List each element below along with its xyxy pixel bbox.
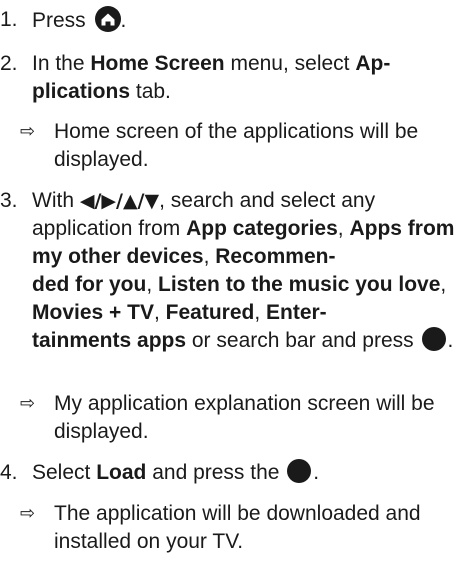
text-run: . (313, 461, 320, 484)
step-number: 2. (0, 52, 18, 75)
text-run: or search bar and press (186, 329, 420, 352)
bold-term: Featured (165, 301, 255, 324)
text-run: . (120, 9, 127, 32)
bold-term: Recommen- (215, 245, 336, 268)
bold-term: Load (96, 461, 147, 484)
ok-button-icon (421, 327, 446, 351)
text-run: , (203, 245, 216, 268)
text-run: , (146, 273, 159, 296)
bold-term: ded for you (32, 273, 147, 296)
step-number: 4. (0, 461, 18, 484)
ok-button-icon (287, 459, 312, 483)
step-text: Press . (32, 6, 462, 35)
text-run: . (447, 329, 454, 352)
text-run: , (153, 301, 166, 324)
step-number: 3. (0, 189, 18, 212)
text-run: Select (32, 461, 97, 484)
bold-term: Listen to the music you love (158, 273, 441, 296)
bold-term: tainments apps (32, 329, 187, 352)
home-icon (94, 6, 121, 32)
text-run: and press the (146, 461, 286, 484)
result-text: Home screen of the applications will be … (54, 120, 419, 171)
text-run: menu, select (224, 52, 356, 75)
text-run: tab. (130, 80, 171, 103)
result-arrow-icon: ⇨ (20, 121, 36, 142)
text-run: In the (32, 52, 91, 75)
text-run: , (440, 273, 447, 296)
text-run: With (32, 189, 80, 212)
text-run: , (254, 301, 266, 324)
navigation-arrows-icon: ◀/▶/▲/▼ (79, 190, 160, 212)
bold-term: plications (32, 80, 131, 103)
result-arrow-icon: ⇨ (20, 503, 36, 524)
result-text: The application will be downloaded and i… (54, 502, 421, 553)
instruction-document: 1. Press . 2. In the Home Screen menu, s… (0, 0, 466, 569)
step-text: With ◀/▶/▲/▼, search and select any appl… (32, 187, 462, 355)
bold-term: Movies + TV (32, 301, 154, 324)
step-text: Select Load and press the . (32, 459, 462, 487)
bold-term: Enter- (266, 301, 327, 324)
result-text: My application explanation screen will b… (54, 392, 435, 443)
text-run: , (337, 217, 350, 240)
step-text: In the Home Screen menu, select Ap-plica… (32, 50, 462, 106)
bold-term: Home Screen (90, 52, 225, 75)
bold-term: App categories (186, 217, 338, 240)
text-run: Press (32, 9, 92, 32)
result-arrow-icon: ⇨ (20, 393, 36, 414)
bold-term: Ap- (355, 52, 391, 75)
step-number: 1. (0, 8, 18, 31)
